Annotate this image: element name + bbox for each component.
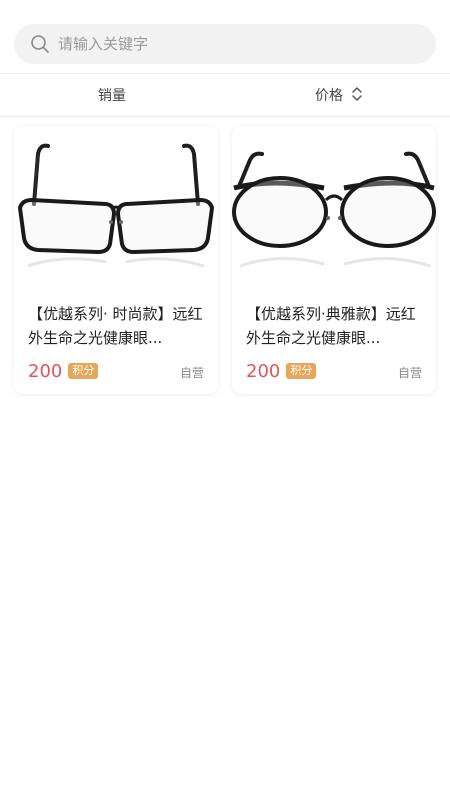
product-title: 【优越系列·典雅款】远红外生命之光健康眼... (246, 305, 416, 347)
points-value: 200 (246, 360, 281, 382)
points-value: 200 (28, 360, 63, 382)
sort-bar: 销量 价格 (0, 75, 450, 117)
round-glasses-image (232, 126, 436, 288)
points-badge: 积分 (286, 363, 317, 379)
sort-price-label: 价格 (315, 88, 343, 104)
search-box[interactable] (14, 24, 436, 64)
points-badge: 积分 (68, 363, 99, 379)
product-price: 200 积分 (246, 360, 317, 382)
rectangular-glasses-image (14, 126, 218, 288)
product-card[interactable]: 【优越系列· 时尚款】远红外生命之光健康眼... 200 积分 自营 (14, 126, 218, 394)
self-operated-tag: 自营 (397, 366, 422, 380)
sort-arrows-icon (352, 87, 363, 101)
product-title: 【优越系列· 时尚款】远红外生命之光健康眼... (28, 305, 203, 347)
sort-by-price-tab[interactable]: 价格 (315, 75, 363, 117)
search-input[interactable] (58, 24, 418, 64)
product-card[interactable]: 【优越系列·典雅款】远红外生命之光健康眼... 200 积分 自营 (232, 126, 436, 394)
search-icon (31, 35, 49, 53)
sort-sales-label: 销量 (98, 88, 126, 104)
sort-by-sales-tab[interactable]: 销量 (98, 75, 126, 117)
self-operated-tag: 自营 (179, 366, 204, 380)
search-header (0, 0, 450, 74)
product-price: 200 积分 (28, 360, 99, 382)
